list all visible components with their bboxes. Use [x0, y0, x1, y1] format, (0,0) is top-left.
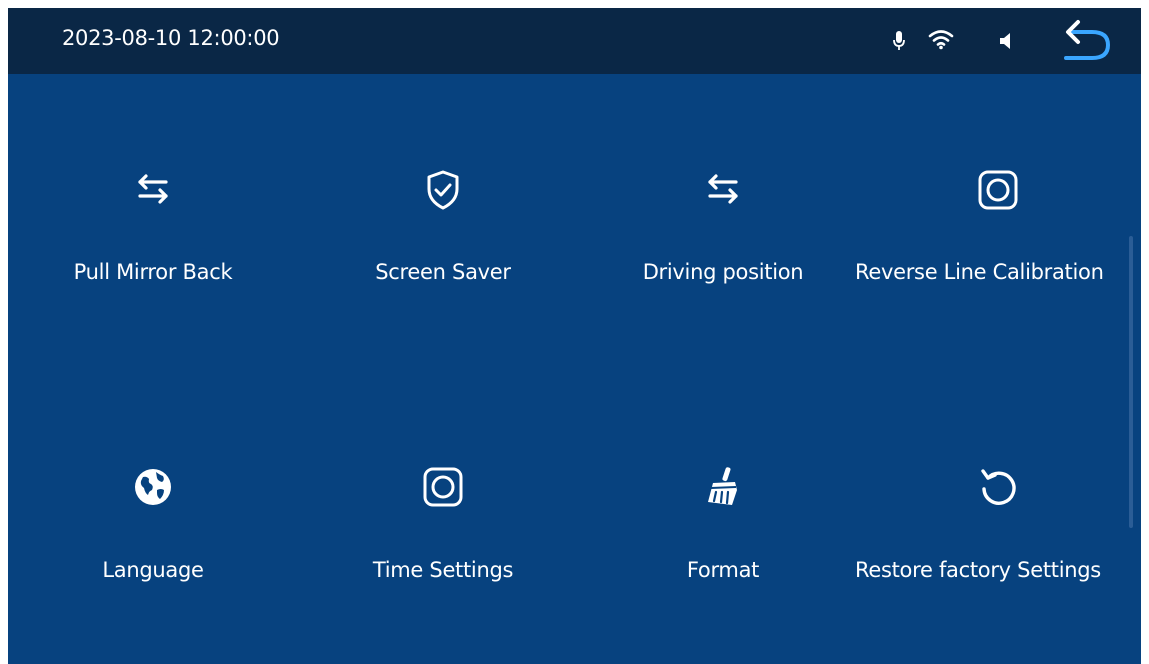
microphone-icon [893, 31, 905, 50]
broom-icon [708, 467, 737, 505]
setting-label: Reverse Line Calibration [855, 260, 1104, 284]
settings-screen: 2023-08-10 12:00:00 Pull Mirror Back Scr… [8, 8, 1141, 664]
setting-format[interactable]: Format [578, 460, 868, 660]
setting-screen-saver[interactable]: Screen Saver [298, 163, 588, 363]
setting-label: Format [686, 558, 760, 582]
setting-label: Time Settings [372, 558, 514, 582]
datetime-display: 2023-08-10 12:00:00 [62, 26, 280, 50]
setting-pull-mirror-back[interactable]: Pull Mirror Back [8, 163, 298, 363]
setting-label: Screen Saver [375, 260, 511, 284]
swap-arrows-icon [138, 174, 168, 204]
setting-restore-factory[interactable]: Restore factory Settings [855, 460, 1141, 660]
wifi-icon [928, 30, 954, 50]
setting-label: Driving position [642, 260, 804, 284]
setting-label: Language [102, 558, 204, 582]
setting-language[interactable]: Language [8, 460, 298, 660]
restore-icon [981, 469, 1016, 505]
shield-check-icon [427, 170, 459, 210]
status-bar: 2023-08-10 12:00:00 [8, 8, 1141, 74]
camera-frame-icon [978, 170, 1018, 210]
scrollbar[interactable] [1129, 236, 1133, 528]
setting-label: Restore factory Settings [855, 558, 1101, 582]
speaker-icon [1000, 33, 1010, 49]
setting-reverse-line-calibration[interactable]: Reverse Line Calibration [855, 163, 1141, 363]
setting-label: Pull Mirror Back [73, 260, 233, 284]
camera-frame-icon [423, 467, 463, 507]
setting-time-settings[interactable]: Time Settings [298, 460, 588, 660]
back-arrow-icon[interactable] [1056, 18, 1116, 64]
globe-icon [135, 469, 171, 505]
setting-driving-position[interactable]: Driving position [578, 163, 868, 363]
swap-arrows-icon [708, 174, 738, 204]
